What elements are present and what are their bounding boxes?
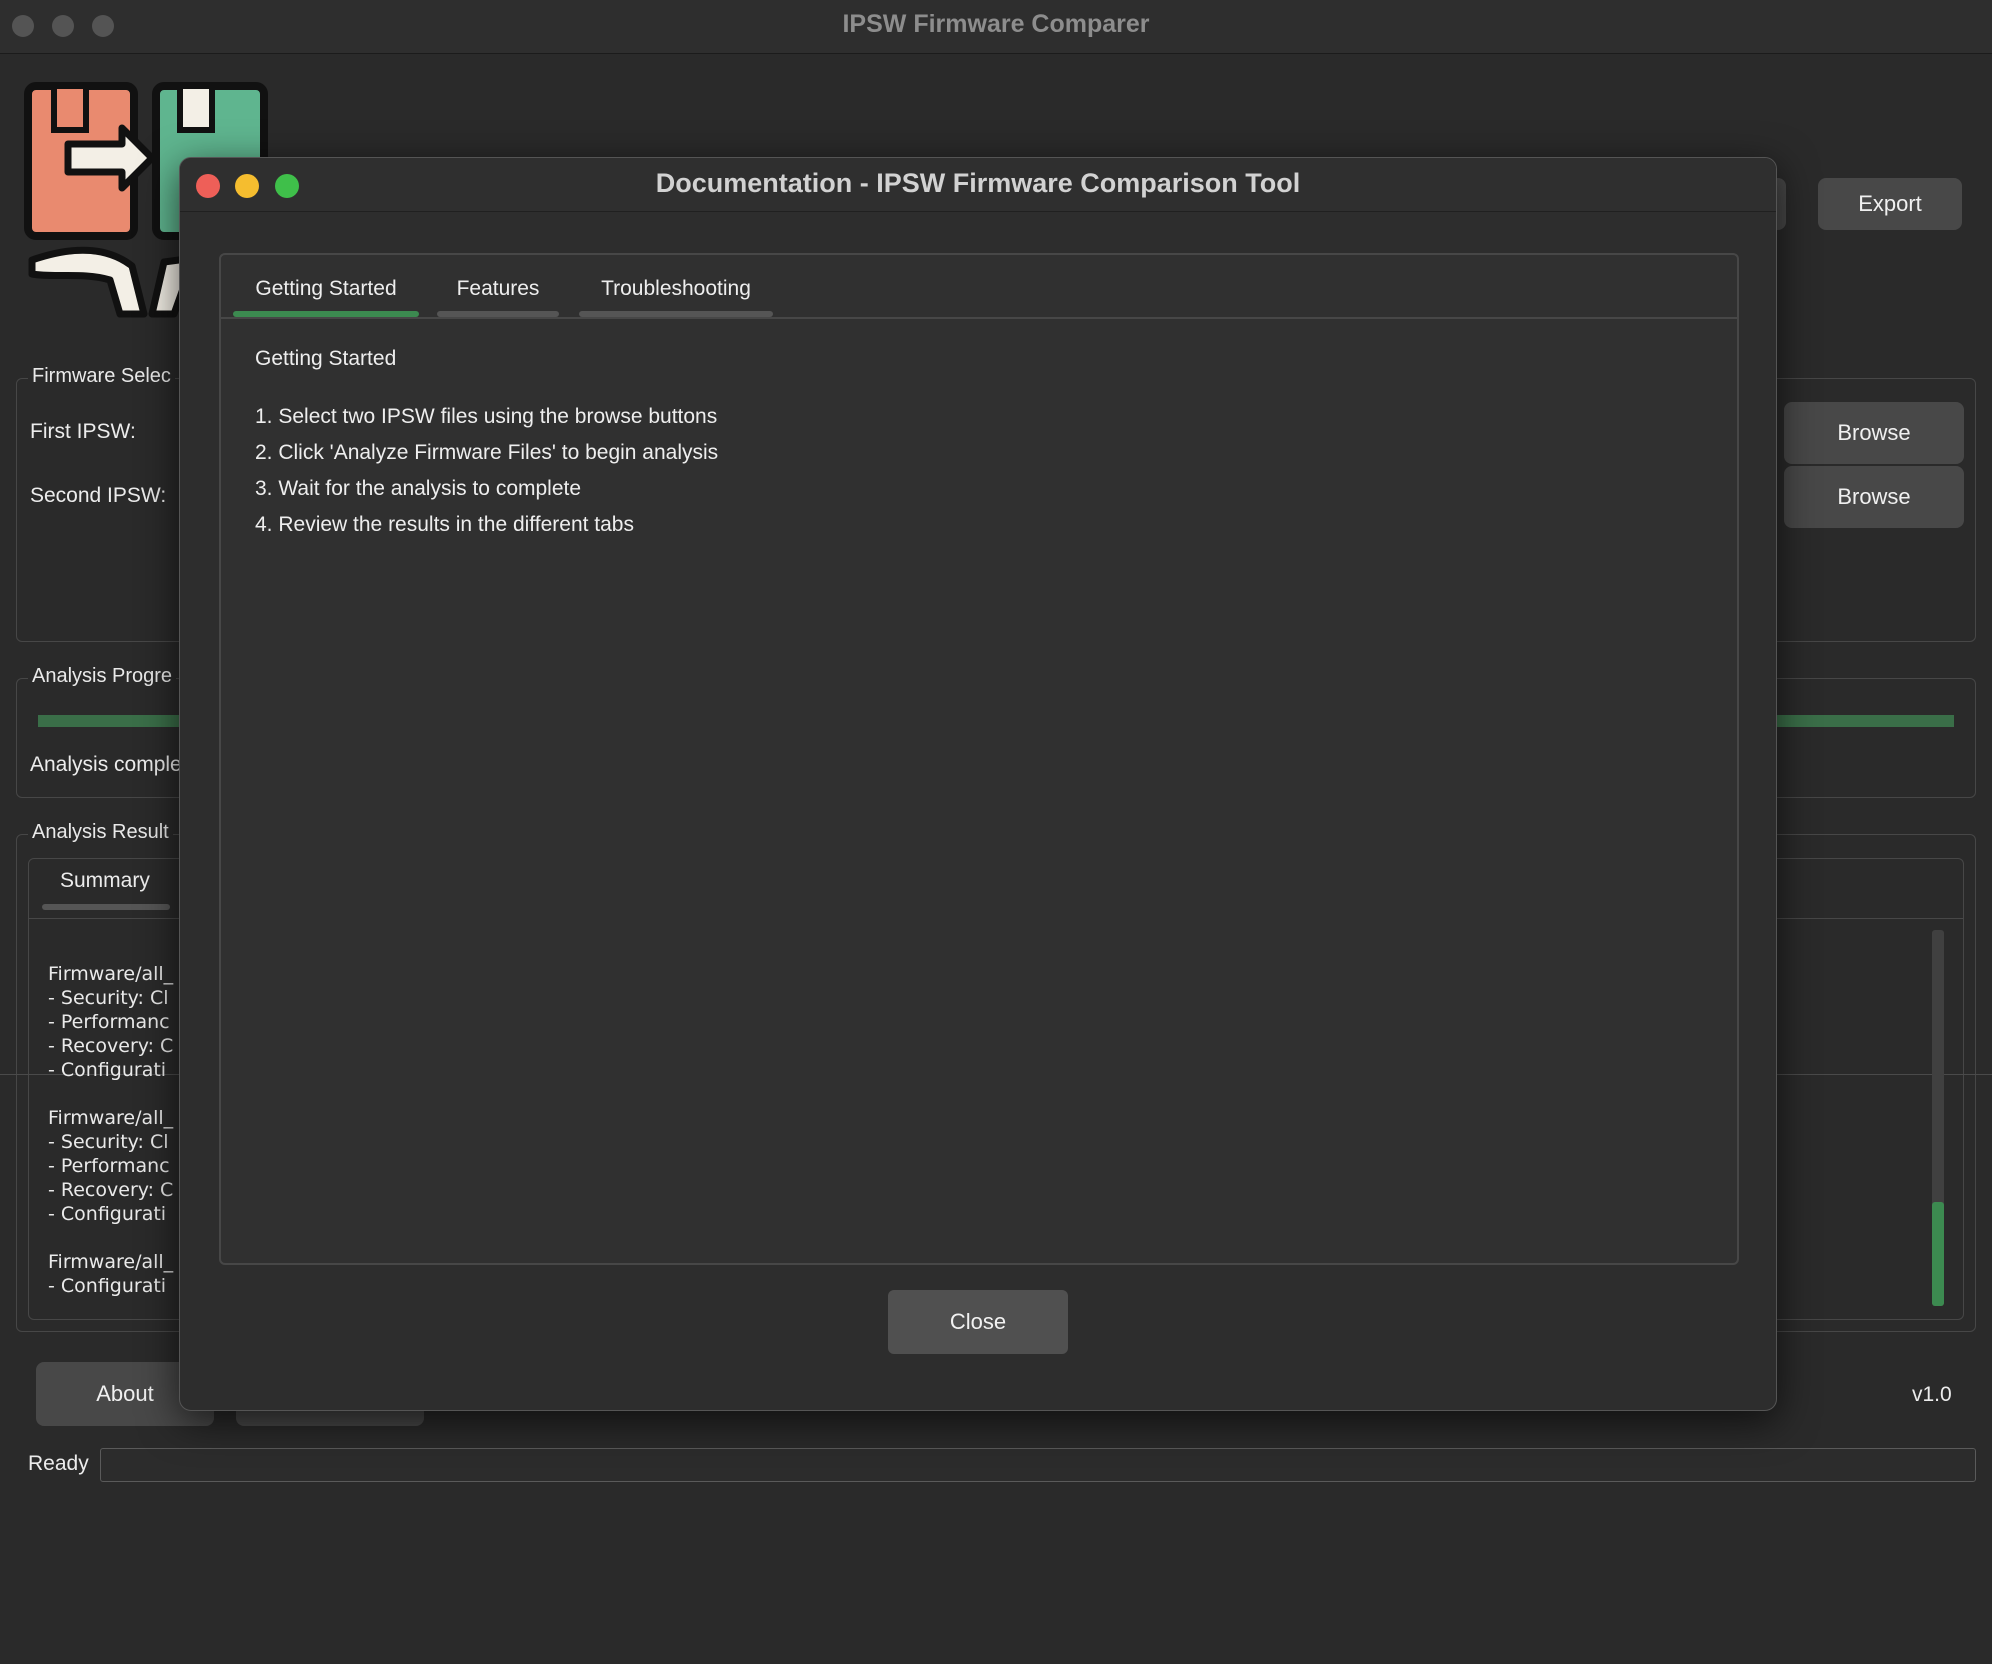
firmware-selection-legend: Firmware Selec	[28, 365, 175, 388]
version-label: v1.0	[1912, 1383, 1952, 1406]
dialog-titlebar: Documentation - IPSW Firmware Comparison…	[180, 158, 1776, 212]
dialog-title: Documentation - IPSW Firmware Comparison…	[655, 168, 1301, 198]
status-field	[100, 1448, 1976, 1482]
tab-features-label: Features	[456, 277, 540, 300]
browse-second-button[interactable]: Browse	[1784, 466, 1964, 528]
tab-summary-indicator	[42, 904, 170, 910]
close-button[interactable]: Close	[888, 1290, 1068, 1354]
analysis-progress-legend: Analysis Progre	[28, 665, 177, 688]
tab-troubleshooting-label: Troubleshooting	[601, 277, 751, 300]
step-item: 4. Review the results in the different t…	[255, 513, 634, 536]
export-button[interactable]: Export	[1818, 178, 1962, 230]
first-ipsw-label: First IPSW:	[30, 420, 136, 443]
step-item: 2. Click 'Analyze Firmware Files' to beg…	[255, 441, 719, 464]
status-label: Ready	[28, 1452, 89, 1475]
tab-features[interactable]: Features	[437, 265, 559, 317]
tab-getting-started-label: Getting Started	[255, 277, 397, 300]
results-block: Firmware/all_ - Security: Cl - Performan…	[48, 963, 174, 1081]
tab-getting-started[interactable]: Getting Started	[233, 265, 419, 317]
results-block: Firmware/all_ - Configurati	[48, 1251, 174, 1297]
analysis-results-legend: Analysis Result	[28, 821, 173, 844]
steps-list: 1. Select two IPSW files using the brows…	[255, 399, 718, 543]
step-item: 1. Select two IPSW files using the brows…	[255, 405, 718, 428]
documentation-dialog: Documentation - IPSW Firmware Comparison…	[179, 157, 1777, 1411]
tab-separator	[221, 317, 1737, 319]
documentation-tabpane: Getting Started Features Troubleshooting…	[219, 253, 1739, 1265]
main-window-titlebar: IPSW Firmware Comparer	[0, 0, 1992, 54]
results-scrollbar-thumb[interactable]	[1932, 1202, 1944, 1306]
analysis-status-text: Analysis comple	[30, 753, 182, 776]
tab-summary[interactable]: Summary	[60, 869, 150, 893]
step-item: 3. Wait for the analysis to complete	[255, 477, 582, 500]
tab-troubleshooting[interactable]: Troubleshooting	[579, 265, 773, 317]
doc-heading: Getting Started	[255, 347, 397, 370]
browse-first-button[interactable]: Browse	[1784, 402, 1964, 464]
second-ipsw-label: Second IPSW:	[30, 484, 167, 507]
results-block: Firmware/all_ - Security: Cl - Performan…	[48, 1107, 174, 1225]
results-scrollbar[interactable]	[1932, 930, 1944, 1306]
window-title: IPSW Firmware Comparer	[842, 10, 1150, 38]
